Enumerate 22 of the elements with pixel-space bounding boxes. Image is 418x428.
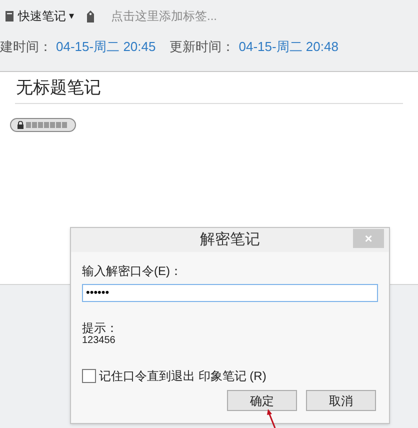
- hint-label: 提示：: [82, 321, 119, 335]
- lock-icon: [17, 121, 24, 129]
- notebook-dropdown[interactable]: 快速笔记 ▾: [18, 7, 74, 25]
- tag-icon: [86, 10, 95, 22]
- note-title: 无标题笔记: [16, 76, 101, 99]
- password-field[interactable]: ••••••: [82, 284, 378, 302]
- notebook-icon: [5, 10, 14, 22]
- ok-button[interactable]: 确定: [227, 390, 297, 411]
- created-time: 04-15-周二 20:45: [56, 38, 156, 56]
- dialog-title: 解密笔记: [200, 230, 260, 250]
- created-label: 建时间：: [0, 38, 52, 56]
- tag-input[interactable]: 点击这里添加标签...: [111, 7, 311, 25]
- cancel-button[interactable]: 取消: [306, 390, 376, 411]
- remember-checkbox[interactable]: [82, 369, 96, 383]
- password-label: 输入解密口令(E)：: [82, 263, 183, 280]
- masked-content-icon: [26, 122, 68, 128]
- updated-label: 更新时间：: [170, 38, 235, 56]
- encrypted-content-pill[interactable]: [10, 118, 76, 132]
- updated-time: 04-15-周二 20:48: [238, 38, 338, 56]
- remember-label: 记住口令直到退出 印象笔记 (R): [99, 368, 266, 385]
- arrow-annotation: [266, 408, 278, 428]
- hint-text: 123456: [82, 335, 116, 347]
